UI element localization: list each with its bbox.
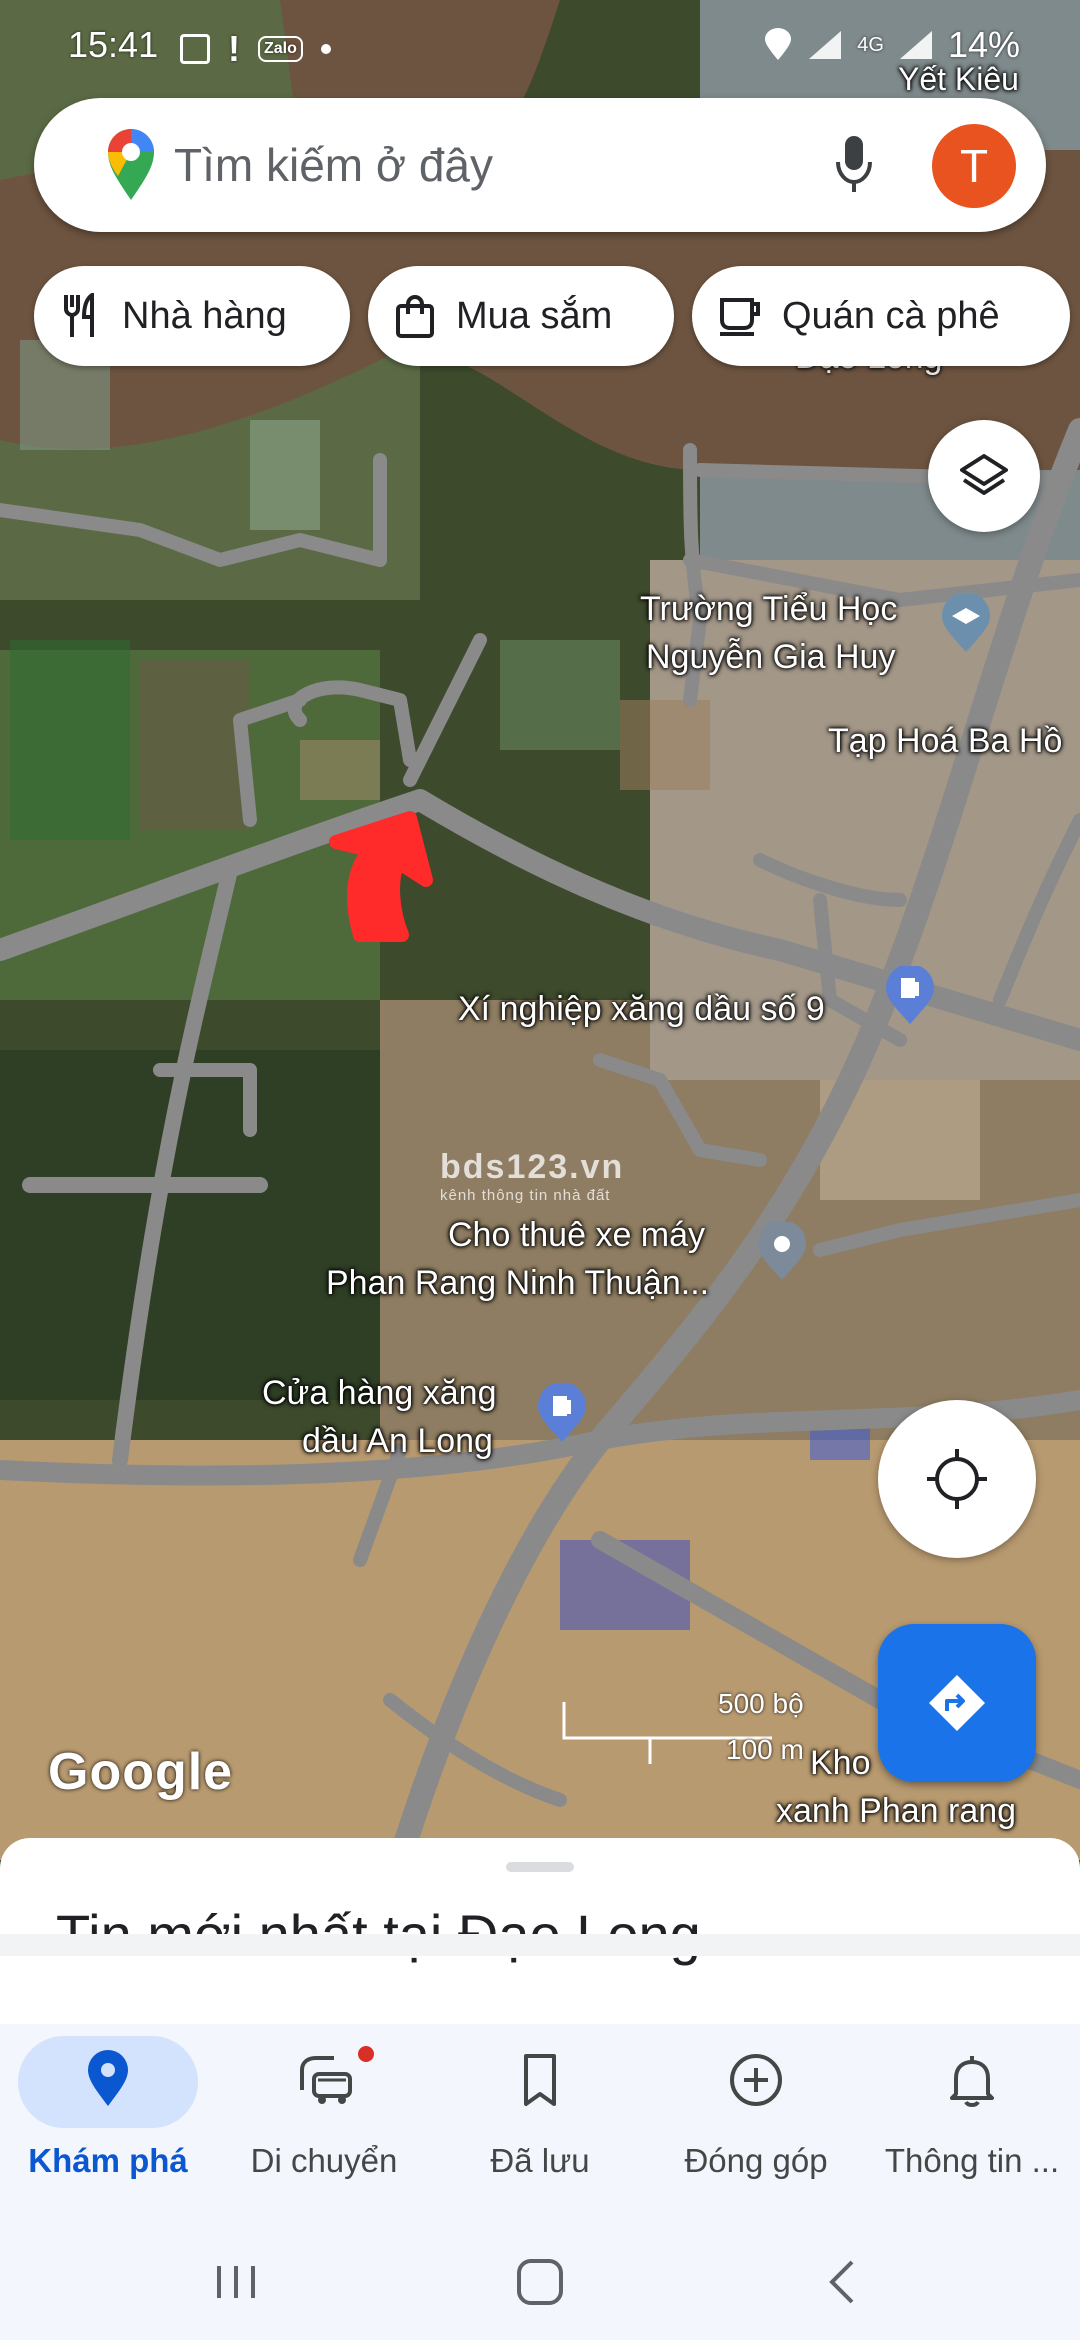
battery-percent: 14% bbox=[947, 24, 1020, 65]
google-logo: Google bbox=[48, 1743, 234, 1801]
layers-button[interactable] bbox=[928, 420, 1040, 532]
alert-icon: ! bbox=[228, 28, 240, 69]
school-name-line1: Trường Tiểu Học bbox=[640, 590, 898, 628]
location-icon bbox=[765, 28, 792, 60]
gas-station-pin-icon[interactable] bbox=[536, 1384, 588, 1444]
nav-commute[interactable]: Di chuyển bbox=[216, 2024, 432, 2224]
nav-explore[interactable]: Khám phá bbox=[0, 2024, 216, 2224]
notification-badge bbox=[358, 2046, 374, 2062]
recent-apps-button[interactable] bbox=[206, 2254, 266, 2310]
system-navigation-bar bbox=[0, 2224, 1080, 2340]
map-label-anlong-line1[interactable]: Cửa hàng xăng bbox=[262, 1372, 496, 1414]
map-label-rental-line1[interactable]: Cho thuê xe máy bbox=[448, 1214, 705, 1256]
map-label-school-line2[interactable]: Nguyễn Gia Huy bbox=[646, 636, 895, 678]
search-input[interactable]: Tìm kiếm ở đây bbox=[174, 138, 493, 192]
nav-updates[interactable]: Thông tin ... bbox=[864, 2024, 1080, 2224]
bottom-sheet[interactable]: Tin mới nhất tại Đạo Long bbox=[0, 1838, 1080, 2028]
my-location-button[interactable] bbox=[878, 1400, 1036, 1558]
recent-apps-icon bbox=[217, 2266, 255, 2298]
school-pin-icon[interactable] bbox=[940, 594, 992, 654]
status-right-icons: 4G 14% bbox=[763, 24, 1020, 66]
chip-label: Mua sắm bbox=[456, 294, 613, 337]
map-label-gas-station-9[interactable]: Xí nghiệp xăng dầu số 9 bbox=[458, 988, 825, 1030]
nav-label: Khám phá bbox=[28, 2142, 188, 2179]
nav-label: Di chuyển bbox=[250, 2142, 398, 2179]
add-circle-icon bbox=[730, 2054, 782, 2106]
layers-icon bbox=[960, 454, 1008, 495]
chip-label: Nhà hàng bbox=[122, 294, 287, 337]
crosshair-icon bbox=[927, 1449, 987, 1509]
map-label-grocery[interactable]: Tạp Hoá Ba Hồ bbox=[828, 720, 1062, 762]
bookmark-icon bbox=[524, 2054, 556, 2106]
scale-bar: 500 bộ 100 m bbox=[560, 1688, 860, 1768]
network-type: 4G bbox=[857, 33, 884, 56]
explore-pin-icon bbox=[88, 2050, 128, 2106]
chip-restaurants[interactable]: Nhà hàng bbox=[34, 266, 350, 366]
scale-metric: 100 m bbox=[726, 1734, 804, 1765]
chip-shopping[interactable]: Mua sắm bbox=[368, 266, 674, 366]
account-avatar[interactable]: T bbox=[932, 124, 1016, 208]
signal-icon bbox=[899, 31, 932, 59]
coffee-icon bbox=[720, 298, 760, 336]
nav-contribute[interactable]: Đóng góp bbox=[648, 2024, 864, 2224]
directions-icon bbox=[929, 1675, 985, 1731]
map-label-anlong-line2[interactable]: dầu An Long bbox=[302, 1420, 493, 1462]
nav-label: Thông tin ... bbox=[884, 2142, 1060, 2179]
map-label-rental-line2[interactable]: Phan Rang Ninh Thuận... bbox=[326, 1262, 709, 1304]
back-icon bbox=[829, 2260, 854, 2304]
watermark-subtext: kênh thông tin nhà đất bbox=[440, 1187, 611, 1204]
bell-icon bbox=[950, 2056, 994, 2107]
google-maps-logo-icon bbox=[108, 129, 154, 200]
directions-button[interactable] bbox=[878, 1624, 1036, 1782]
status-left-icons: ! Zalo bbox=[180, 28, 331, 70]
sheet-drag-handle[interactable] bbox=[506, 1862, 574, 1872]
home-button[interactable] bbox=[510, 2254, 570, 2310]
watermark: bds123.vn kênh thông tin nhà đất bbox=[440, 1148, 624, 1204]
nav-label: Đã lưu bbox=[490, 2142, 590, 2179]
scale-imperial: 500 bộ bbox=[718, 1688, 804, 1719]
location-pin-icon[interactable] bbox=[756, 1222, 808, 1282]
shopping-bag-icon bbox=[396, 295, 434, 338]
chip-coffee[interactable]: Quán cà phê bbox=[692, 266, 1070, 366]
restaurant-icon bbox=[64, 293, 94, 337]
watermark-text: bds123.vn bbox=[440, 1148, 625, 1186]
search-bar[interactable]: Tìm kiếm ở đây T bbox=[34, 98, 1046, 232]
sheet-divider bbox=[0, 1934, 1080, 1956]
back-button[interactable] bbox=[812, 2254, 872, 2310]
chip-label: Quán cà phê bbox=[782, 294, 1000, 337]
status-time: 15:41 bbox=[68, 24, 159, 65]
gas-station-pin-icon[interactable] bbox=[884, 966, 936, 1026]
image-icon bbox=[180, 34, 210, 64]
nav-label: Đóng góp bbox=[684, 2142, 828, 2179]
status-bar: 15:41 ! Zalo 4G 14% bbox=[0, 0, 1080, 96]
map-label-school[interactable]: Trường Tiểu Học bbox=[640, 588, 897, 630]
microphone-icon[interactable] bbox=[834, 132, 874, 198]
signal-icon bbox=[809, 31, 842, 59]
dot-icon bbox=[320, 44, 331, 54]
home-icon bbox=[517, 2259, 563, 2305]
commute-icon bbox=[300, 2056, 352, 2104]
nav-saved[interactable]: Đã lưu bbox=[432, 2024, 648, 2224]
zalo-icon: Zalo bbox=[258, 36, 303, 62]
bottom-navigation: Khám phá Di chuyển Đã lưu Đóng góp Thông… bbox=[0, 2024, 1080, 2224]
map-label-kho-line2[interactable]: xanh Phan rang bbox=[776, 1790, 1016, 1832]
